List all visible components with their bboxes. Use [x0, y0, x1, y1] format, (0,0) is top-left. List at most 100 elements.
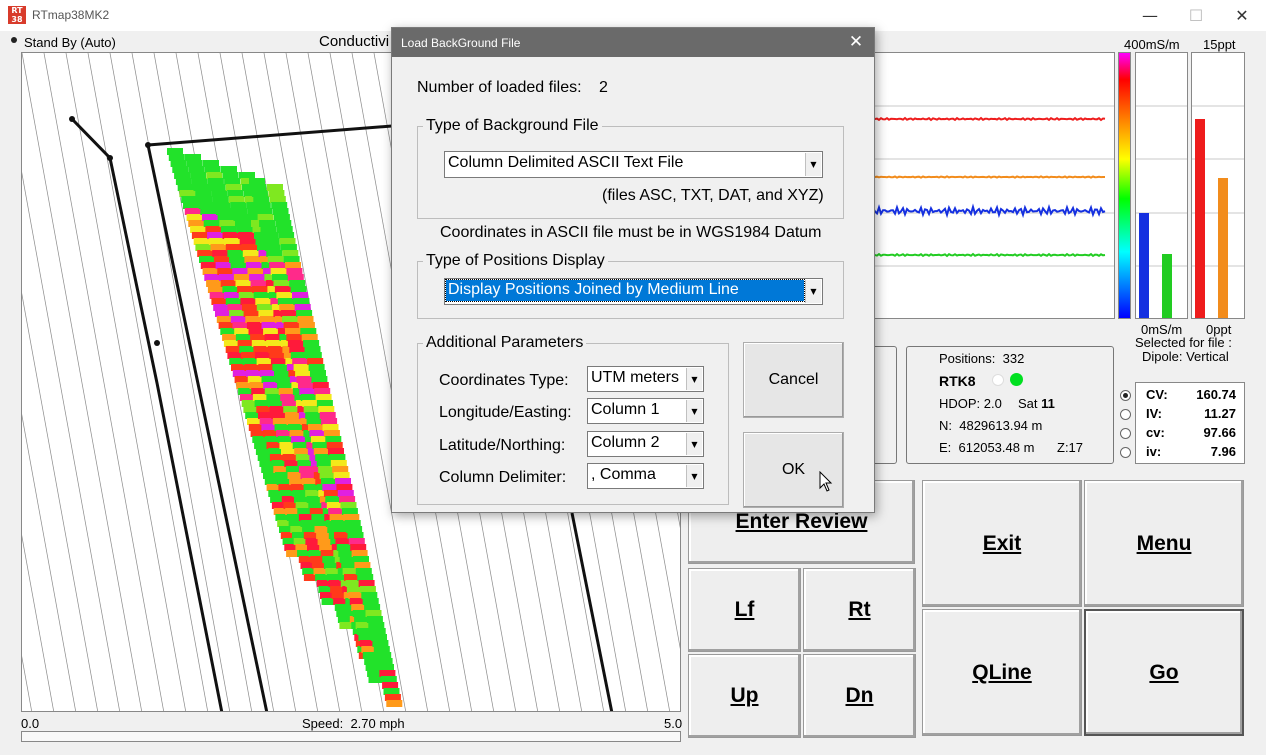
heat-cell [183, 202, 199, 209]
minimize-button[interactable]: — [1127, 0, 1173, 31]
heat-cell [343, 514, 360, 521]
chevron-down-icon[interactable]: ▼ [686, 400, 702, 422]
heat-cell [207, 178, 224, 185]
heat-cell [274, 370, 290, 377]
reading-radio-1[interactable] [1120, 409, 1131, 420]
heat-cell [379, 670, 396, 677]
heat-cell [289, 346, 306, 353]
heat-cell [168, 154, 185, 161]
heat-cell [261, 322, 278, 329]
reading-value: 7.96 [1210, 444, 1236, 459]
heat-cell [300, 328, 317, 335]
maximize-button[interactable]: ☐ [1173, 0, 1219, 31]
heat-cell [287, 274, 304, 281]
heat-cell [371, 634, 387, 641]
chevron-down-icon[interactable]: ▼ [686, 433, 702, 455]
heat-cell [263, 328, 280, 335]
background-type-select[interactable]: Column Delimited ASCII Text File ▼ [444, 151, 823, 178]
heat-cell [222, 172, 239, 179]
heat-cell [290, 286, 307, 293]
chevron-down-icon[interactable]: ▼ [805, 280, 821, 303]
positions-display-select[interactable]: Display Positions Joined by Medium Line … [444, 278, 823, 305]
heat-cell [253, 196, 270, 203]
left-button[interactable]: Lf [688, 568, 801, 652]
heat-cell [267, 184, 283, 191]
speed-bar[interactable] [21, 731, 681, 742]
reading-radio-3[interactable] [1120, 447, 1131, 458]
heat-cell [287, 340, 304, 347]
heat-cell [220, 226, 237, 233]
heat-cell [195, 190, 212, 197]
heat-cell [243, 310, 260, 317]
heat-cell [172, 166, 189, 173]
heat-cell [206, 280, 223, 287]
heat-cell [277, 382, 294, 389]
heat-cell [310, 370, 326, 377]
heat-cell [211, 190, 228, 197]
heat-cell [214, 202, 231, 209]
heat-cell [255, 352, 271, 359]
reading-radio-2[interactable] [1120, 428, 1131, 439]
heat-cell [235, 334, 252, 341]
heat-cell [341, 508, 358, 515]
heat-cell [238, 232, 255, 239]
qline-button[interactable]: QLine [922, 609, 1082, 736]
sat-readout: Sat 11 [1018, 396, 1055, 411]
additional-params-legend: Additional Parameters [423, 334, 587, 352]
delimiter-select[interactable]: , Comma ▼ [587, 463, 704, 489]
heat-cell [332, 466, 349, 473]
chevron-down-icon[interactable]: ▼ [805, 153, 821, 176]
chevron-down-icon[interactable]: ▼ [686, 368, 702, 390]
heat-cell [230, 316, 247, 323]
heat-cell [384, 694, 401, 701]
heat-cell [188, 166, 205, 173]
heat-cell [186, 160, 203, 167]
easting-value: 612053.48 m [958, 440, 1035, 455]
heat-cell [232, 322, 249, 329]
heat-cell [217, 268, 234, 275]
dialog-close-icon[interactable]: ✕ [844, 31, 868, 53]
cond-top-label: 400mS/m [1124, 37, 1180, 52]
down-button[interactable]: Dn [803, 654, 916, 738]
close-button[interactable]: ✕ [1219, 0, 1265, 31]
heat-cell [290, 352, 307, 359]
heat-cell [190, 226, 207, 233]
menu-button[interactable]: Menu [1084, 480, 1244, 607]
heat-cell [219, 274, 235, 281]
up-button[interactable]: Up [688, 654, 801, 738]
right-button[interactable]: Rt [803, 568, 916, 652]
cancel-button[interactable]: Cancel [743, 342, 844, 418]
cv-bar-2 [1162, 254, 1172, 318]
speed-readout: Speed: 2.70 mph [302, 716, 405, 731]
gps-status-white-icon [992, 374, 1004, 386]
heat-cell [301, 334, 318, 341]
lon-column-select[interactable]: Column 1 ▼ [587, 398, 704, 424]
heat-cell [323, 490, 340, 497]
heat-cell [223, 340, 240, 347]
heat-cell [282, 316, 299, 323]
heat-cell [249, 178, 265, 185]
exit-button[interactable]: Exit [922, 480, 1082, 607]
heat-cell [376, 658, 393, 665]
heat-cell [275, 220, 292, 227]
heat-cell [240, 298, 257, 305]
heat-cell [283, 406, 300, 413]
heat-cell [209, 184, 226, 191]
go-button[interactable]: Go [1084, 609, 1244, 736]
reading-radio-0[interactable] [1120, 390, 1131, 401]
heat-cell [230, 262, 247, 269]
coord-type-label: Coordinates Type: [439, 372, 569, 389]
chevron-down-icon[interactable]: ▼ [686, 465, 702, 487]
coord-type-select[interactable]: UTM meters ▼ [587, 366, 704, 392]
heat-cell [254, 202, 271, 209]
lat-column-select[interactable]: Column 2 ▼ [587, 431, 704, 457]
heat-cell [245, 316, 262, 323]
heat-cell [238, 292, 255, 299]
positions-count: 332 [1002, 351, 1025, 366]
heat-cell [284, 412, 301, 419]
heat-cell [277, 298, 294, 305]
heat-cell [244, 256, 261, 263]
ok-button[interactable]: OK [743, 432, 844, 508]
heat-cell [203, 160, 219, 167]
heat-cell [261, 376, 278, 383]
